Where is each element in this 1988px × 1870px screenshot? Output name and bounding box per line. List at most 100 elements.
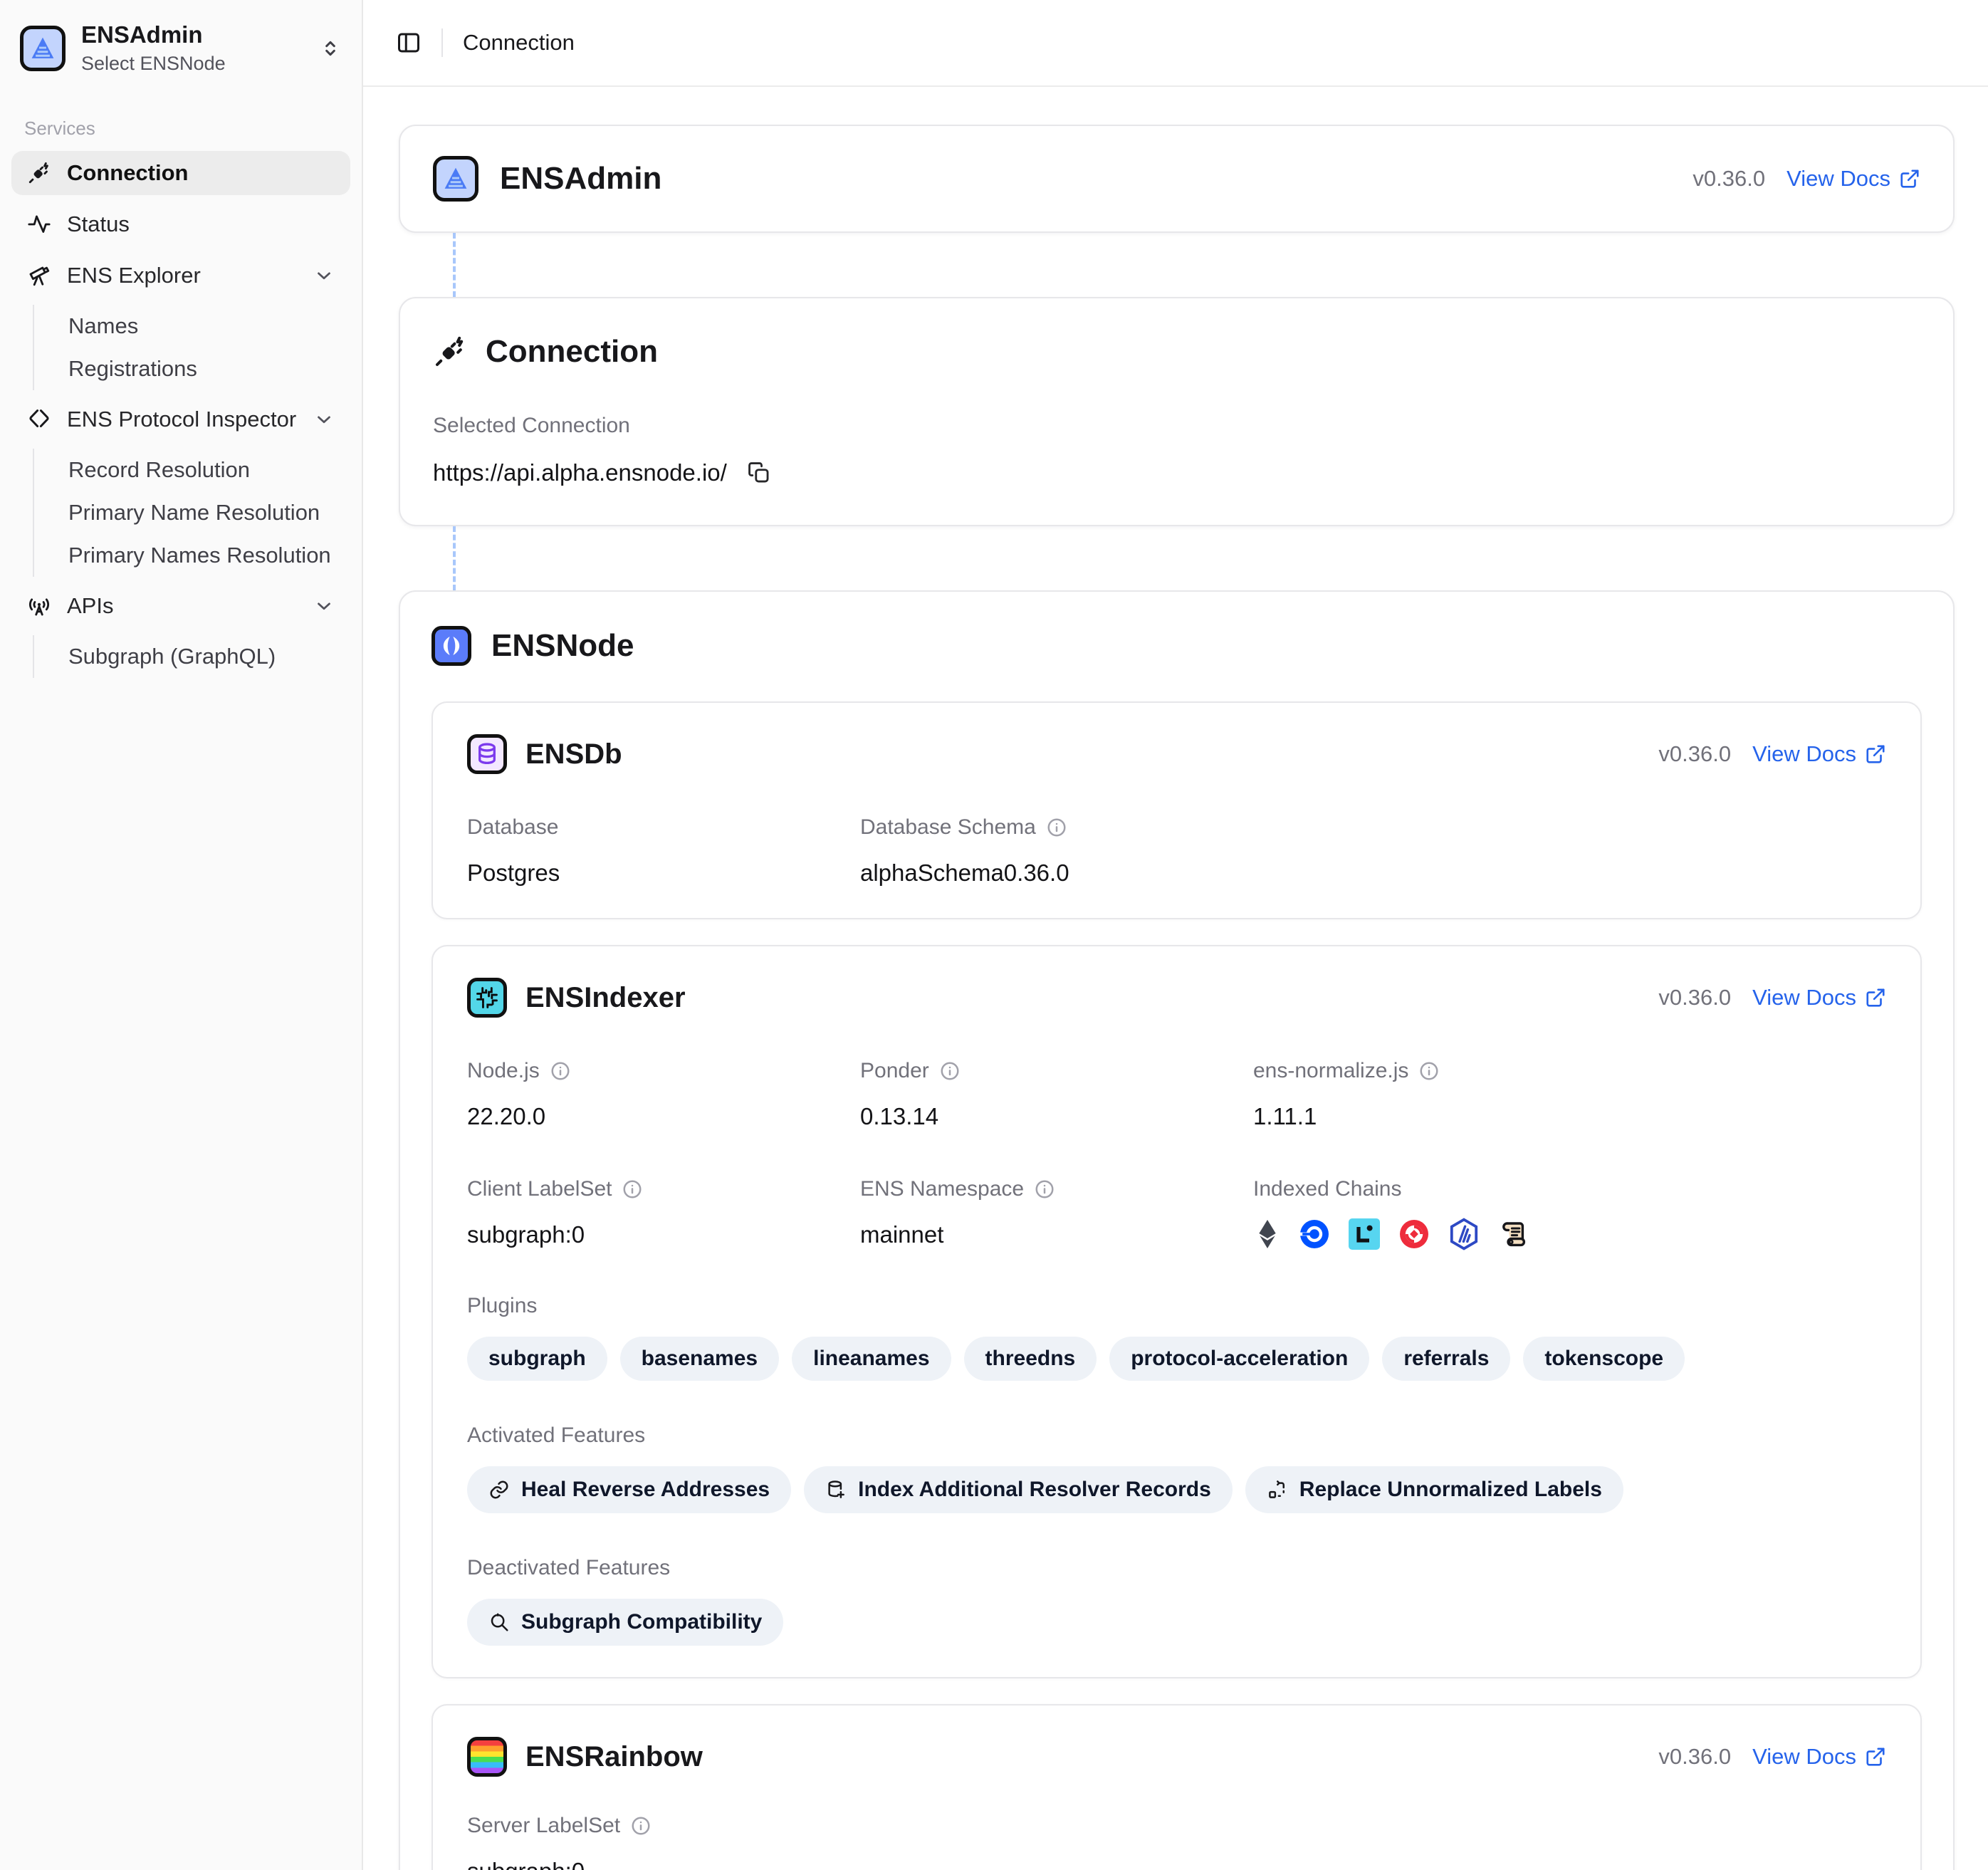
sidebar-item-apis[interactable]: APIs: [11, 584, 350, 628]
topbar: Connection: [363, 0, 1988, 87]
feature-label: Subgraph Compatibility: [521, 1610, 762, 1634]
plugin-badge: basenames: [620, 1337, 779, 1381]
ensadmin-card: ENSAdmin v0.36.0 View Docs: [399, 125, 1955, 233]
sidebar-item-primary-names-resolution[interactable]: Primary Names Resolution: [58, 534, 350, 577]
breadcrumb: Connection: [463, 30, 575, 56]
info-icon[interactable]: [550, 1060, 571, 1082]
dashed-connector: [453, 233, 456, 297]
ensrainbow-title: ENSRainbow: [525, 1741, 703, 1773]
view-docs-label: View Docs: [1752, 1744, 1856, 1770]
plugin-badge: referrals: [1382, 1337, 1510, 1381]
sidebar-item-record-resolution[interactable]: Record Resolution: [58, 449, 350, 491]
replace-icon: [1267, 1479, 1288, 1500]
unplug-icon: [27, 161, 51, 185]
field-ens-normalize: ens-normalize.js 1.11.1: [1253, 1059, 1646, 1130]
ensdb-view-docs-link[interactable]: View Docs: [1752, 741, 1886, 767]
field-value: 1.11.1: [1253, 1103, 1646, 1130]
sidebar-item-label: Record Resolution: [68, 457, 250, 483]
field-ponder: Ponder 0.13.14: [860, 1059, 1253, 1130]
sidebar-subgroup-ens-explorer: Names Registrations: [33, 305, 350, 390]
ensadmin-logo-icon: [20, 26, 66, 71]
feature-label: Replace Unnormalized Labels: [1299, 1478, 1602, 1502]
external-link-icon: [1865, 987, 1886, 1008]
ensrainbow-version: v0.36.0: [1658, 1744, 1731, 1770]
telescope-icon: [27, 263, 51, 288]
field-label: Ponder: [860, 1059, 929, 1083]
app-title: ENSAdmin: [81, 21, 319, 48]
sidebar-item-ens-protocol-inspector[interactable]: ENS Protocol Inspector: [11, 397, 350, 442]
sidebar-item-connection[interactable]: Connection: [11, 151, 350, 195]
field-label: Database: [467, 815, 860, 840]
ensadmin-version: v0.36.0: [1693, 166, 1765, 192]
plugin-badge: threedns: [964, 1337, 1097, 1381]
field-value: 22.20.0: [467, 1103, 860, 1130]
field-value: Postgres: [467, 860, 860, 887]
feature-label: Index Additional Resolver Records: [858, 1478, 1211, 1502]
field-database-schema: Database Schema alphaSchema0.36.0: [860, 815, 1253, 887]
ensrainbow-card: ENSRainbow v0.36.0 View Docs: [431, 1704, 1922, 1870]
field-nodejs: Node.js 22.20.0: [467, 1059, 860, 1130]
ensindexer-logo-icon: [467, 978, 507, 1018]
chevron-down-icon: [313, 265, 335, 286]
sidebar-item-subgraph-graphql[interactable]: Subgraph (GraphQL): [58, 635, 350, 678]
sidebar-item-label: Subgraph (GraphQL): [68, 644, 276, 669]
sidebar-item-label: APIs: [67, 593, 298, 619]
indexed-chains-label: Indexed Chains: [1253, 1177, 1646, 1201]
sidebar-item-ens-explorer[interactable]: ENS Explorer: [11, 254, 350, 298]
feature-label: Heal Reverse Addresses: [521, 1478, 770, 1502]
database-plus-icon: [825, 1479, 847, 1500]
ensnode-selector[interactable]: ENSAdmin Select ENSNode: [11, 16, 350, 80]
info-icon[interactable]: [630, 1815, 652, 1837]
ensdb-logo-icon: [467, 734, 507, 774]
plugin-badge: tokenscope: [1523, 1337, 1685, 1381]
app-subtitle: Select ENSNode: [81, 53, 319, 75]
feature-badge: Subgraph Compatibility: [467, 1599, 783, 1646]
plugin-badge: subgraph: [467, 1337, 607, 1381]
ensdb-card: ENSDb v0.36.0 View Docs: [431, 701, 1922, 919]
copy-icon[interactable]: [747, 461, 771, 485]
base-icon: [1297, 1217, 1332, 1251]
sidebar-section-label: Services: [24, 117, 350, 140]
sidebar-item-label: ENS Protocol Inspector: [67, 407, 298, 432]
ensadmin-card-title: ENSAdmin: [500, 161, 661, 197]
search-code-icon: [488, 1612, 510, 1633]
ensindexer-version: v0.36.0: [1658, 985, 1731, 1010]
field-label: Node.js: [467, 1059, 540, 1083]
sidebar-item-label: Primary Name Resolution: [68, 500, 320, 526]
plugins-section: Plugins subgraph basenames lineanames th…: [467, 1294, 1886, 1381]
plugin-badge: protocol-acceleration: [1109, 1337, 1369, 1381]
activated-features-section: Activated Features Heal Reverse Addresse…: [467, 1424, 1886, 1513]
ensadmin-view-docs-link[interactable]: View Docs: [1786, 166, 1920, 192]
activity-icon: [27, 212, 51, 236]
sidebar-item-primary-name-resolution[interactable]: Primary Name Resolution: [58, 491, 350, 534]
link-icon: [488, 1479, 510, 1500]
sidebar-item-label: ENS Explorer: [67, 263, 298, 288]
plugin-badge: lineanames: [792, 1337, 951, 1381]
sidebar-item-status[interactable]: Status: [11, 202, 350, 246]
field-indexed-chains: Indexed Chains: [1253, 1177, 1646, 1251]
ensnode-card: ENSNode: [399, 590, 1955, 1870]
info-icon[interactable]: [1034, 1179, 1055, 1200]
info-icon[interactable]: [622, 1179, 643, 1200]
field-value: subgraph:0: [467, 1221, 860, 1248]
sidebar-item-registrations[interactable]: Registrations: [58, 348, 350, 390]
deactivated-features-section: Deactivated Features: [467, 1556, 1886, 1646]
chevrons-up-down-icon: [319, 37, 342, 60]
info-icon[interactable]: [939, 1060, 961, 1082]
selected-connection-label: Selected Connection: [433, 414, 1920, 438]
sidebar-item-names[interactable]: Names: [58, 305, 350, 348]
external-link-icon: [1899, 168, 1920, 189]
field-label: ens-normalize.js: [1253, 1059, 1408, 1083]
ensindexer-card: ENSIndexer v0.36.0 View Docs: [431, 945, 1922, 1678]
field-label: ENS Namespace: [860, 1177, 1024, 1201]
ensindexer-view-docs-link[interactable]: View Docs: [1752, 985, 1886, 1010]
ensrainbow-view-docs-link[interactable]: View Docs: [1752, 1744, 1886, 1770]
field-ens-namespace: ENS Namespace mainnet: [860, 1177, 1253, 1251]
info-icon[interactable]: [1418, 1060, 1440, 1082]
field-value: 0.13.14: [860, 1103, 1253, 1130]
info-icon[interactable]: [1046, 817, 1067, 838]
ensdb-title: ENSDb: [525, 738, 622, 771]
sidebar-toggle-button[interactable]: [396, 30, 422, 56]
sidebar-item-label: Primary Names Resolution: [68, 543, 331, 568]
deactivated-features-label: Deactivated Features: [467, 1556, 1886, 1580]
